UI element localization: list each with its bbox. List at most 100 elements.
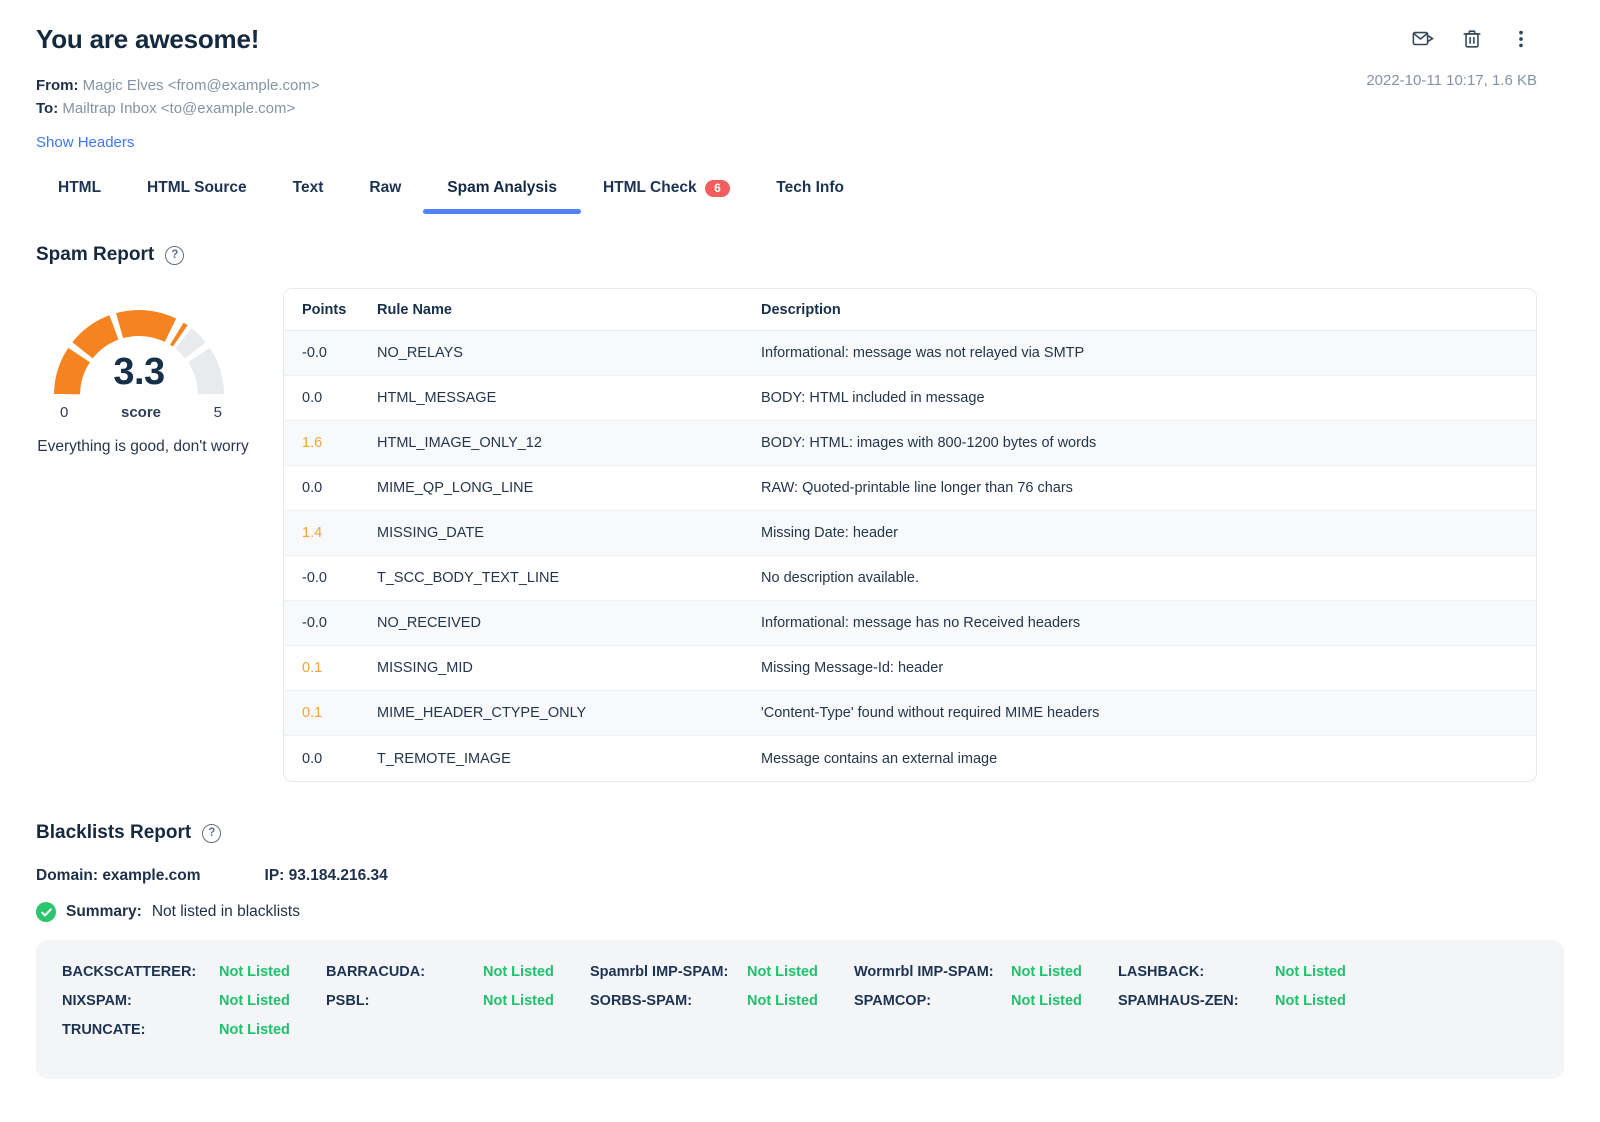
tab-html-source[interactable]: HTML Source — [147, 179, 247, 214]
show-headers-link[interactable]: Show Headers — [36, 134, 134, 151]
blacklist-name: BACKSCATTERER: — [62, 964, 197, 980]
blacklists-target-row: Domain: example.com IP: 93.184.216.34 — [36, 867, 1564, 885]
blacklist-status: Not Listed — [1275, 993, 1346, 1009]
tab-label: Raw — [369, 179, 402, 196]
from-line: From: Magic Elves <from@example.com> — [36, 74, 320, 97]
gauge-axis-labels: 0 score 5 — [44, 400, 234, 421]
blacklist-name: LASHBACK: — [1118, 964, 1205, 980]
description-cell: Message contains an external image — [761, 750, 998, 767]
points-cell: 0.0 — [284, 376, 359, 421]
blacklist-status: Not Listed — [747, 993, 818, 1009]
table-row: 1.4 MISSING_DATE Missing Date: header — [284, 511, 1536, 556]
blacklists-heading: Blacklists Report — [36, 822, 192, 843]
table-row: 0.1 MISSING_MID Missing Message-Id: header — [284, 646, 1536, 691]
spam-score-gauge: 3.3 0 score 5 Everything is good, don't … — [36, 288, 283, 782]
points-cell: -0.0 — [284, 556, 359, 601]
tab-raw[interactable]: Raw — [369, 179, 401, 214]
tab-html[interactable]: HTML — [58, 179, 101, 214]
blacklist-name: PSBL: — [326, 993, 370, 1009]
table-row: 0.0 HTML_MESSAGE BODY: HTML included in me… — [284, 376, 1536, 421]
points-cell: 1.4 — [284, 511, 359, 556]
from-label: From: — [36, 77, 79, 94]
spam-report-heading: Spam Report — [36, 244, 155, 265]
rule-name-cell: MISSING_DATE — [359, 511, 743, 556]
blacklist-name: SPAMHAUS-ZEN: — [1118, 993, 1239, 1009]
description-cell: Missing Message-Id: header — [743, 646, 1536, 691]
email-detail-page: You are awesome! From: Magic Elves <from… — [0, 0, 1600, 1079]
blacklist-status: Not Listed — [219, 1022, 290, 1038]
delete-icon[interactable] — [1461, 28, 1483, 50]
description-cell: BODY: HTML included in message — [743, 376, 1536, 421]
check-icon — [36, 902, 56, 922]
points-cell: 0.1 — [284, 691, 359, 736]
table-row: 0.0 T_REMOTE_IMAGE Message contains an ext… — [284, 736, 1536, 781]
blacklist-status: Not Listed — [1011, 964, 1082, 980]
blacklist-entry: BACKSCATTERER: Not Listed — [62, 962, 326, 982]
table-row: -0.0 NO_RELAYS Informational: message was … — [284, 331, 1536, 376]
points-cell: -0.0 — [284, 331, 359, 376]
table-row: 0.1 MIME_HEADER_CTYPE_ONLY 'Content-Type' … — [284, 691, 1536, 736]
from-value: Magic Elves <from@example.com> — [82, 77, 320, 94]
tab-count-badge: 6 — [704, 179, 731, 197]
to-value: Mailtrap Inbox <to@example.com> — [62, 100, 296, 117]
gauge-score-value: 3.3 — [113, 351, 165, 393]
blacklist-column: Spamrbl IMP-SPAM: Not Listed SORBS-SPAM: No… — [590, 962, 854, 1049]
email-addresses: From: Magic Elves <from@example.com> To:… — [36, 74, 320, 120]
description-cell: No description available. — [743, 556, 1536, 601]
description-cell: Missing Date: header — [743, 511, 1536, 556]
ip-value: IP: 93.184.216.34 — [264, 867, 388, 884]
blacklist-name: Spamrbl IMP-SPAM: — [590, 964, 729, 980]
blacklist-status: Not Listed — [219, 993, 290, 1009]
help-icon[interactable]: ? — [202, 823, 222, 843]
blacklist-column: BACKSCATTERER: Not Listed NIXSPAM: Not List… — [62, 962, 326, 1049]
spam-rules-table-wrap: Points Rule Name Description -0.0 NO_RELAYS… — [283, 288, 1537, 782]
blacklists-summary: Summary: Not listed in blacklists — [36, 902, 1564, 922]
column-header-rule-name: Rule Name — [359, 289, 743, 331]
table-row: 0.0 MIME_QP_LONG_LINE RAW: Quoted-printabl… — [284, 466, 1536, 511]
description-cell: BODY: HTML: images with 800-1200 bytes o… — [743, 421, 1536, 466]
blacklist-entry: SPAMHAUS-ZEN: Not Listed — [1118, 991, 1382, 1011]
gauge-max-label: 5 — [213, 404, 222, 421]
rule-name-cell: MIME_QP_LONG_LINE — [359, 466, 743, 511]
blacklist-entry: Wormrbl IMP-SPAM: Not Listed — [854, 962, 1118, 982]
blacklist-status: Not Listed — [1275, 964, 1346, 980]
to-label: To: — [36, 100, 59, 117]
description-cell: 'Content-Type' found without required MI… — [743, 691, 1536, 736]
blacklist-status: Not Listed — [747, 964, 818, 980]
help-icon[interactable]: ? — [165, 245, 185, 265]
blacklists-results-panel: BACKSCATTERER: Not Listed NIXSPAM: Not List… — [36, 940, 1564, 1079]
header-actions — [1412, 28, 1532, 50]
blacklist-name: SPAMCOP: — [854, 993, 932, 1009]
blacklist-column: LASHBACK: Not Listed SPAMHAUS-ZEN: Not List… — [1118, 962, 1382, 1049]
description-cell: Informational: message was not relayed v… — [743, 331, 1536, 376]
gauge-caption: Everything is good, don't worry — [37, 438, 249, 455]
rule-name-cell: T_REMOTE_IMAGE — [377, 750, 511, 767]
summary-value: Not listed in blacklists — [151, 903, 300, 920]
description-cell: Informational: message has no Received h… — [743, 601, 1536, 646]
email-meta-row: From: Magic Elves <from@example.com> To:… — [36, 72, 1564, 120]
blacklist-status: Not Listed — [483, 964, 554, 980]
blacklist-entry: LASHBACK: Not Listed — [1118, 962, 1382, 982]
blacklist-name: BARRACUDA: — [326, 964, 426, 980]
more-options-icon[interactable] — [1510, 28, 1532, 50]
points-cell: 1.6 — [284, 421, 359, 466]
blacklist-name: SORBS-SPAM: — [590, 993, 693, 1009]
forward-email-icon[interactable] — [1412, 28, 1434, 50]
tab-text[interactable]: Text — [293, 179, 324, 214]
rule-name-cell: MIME_HEADER_CTYPE_ONLY — [359, 691, 743, 736]
tab-tech-info[interactable]: Tech Info — [776, 179, 844, 214]
blacklist-status: Not Listed — [483, 993, 554, 1009]
spam-report-section: Spam Report ? 3.3 0 score 5 Everything i… — [36, 244, 1564, 782]
points-cell: 0.0 — [284, 466, 359, 511]
tab-label: HTML — [58, 179, 102, 196]
points-cell: -0.0 — [284, 601, 359, 646]
tab-spam-analysis[interactable]: Spam Analysis — [423, 179, 581, 214]
to-line: To: Mailtrap Inbox <to@example.com> — [36, 97, 320, 120]
tab-label: Spam Analysis — [447, 179, 557, 196]
table-header-row: Points Rule Name Description — [284, 289, 1536, 331]
points-cell: 0.1 — [284, 646, 359, 691]
tab-html-check[interactable]: HTML Check 6 — [603, 179, 731, 214]
tab-label: Tech Info — [776, 179, 845, 196]
gauge-min-label: 0 — [60, 404, 69, 421]
summary-label: Summary: — [66, 903, 142, 920]
